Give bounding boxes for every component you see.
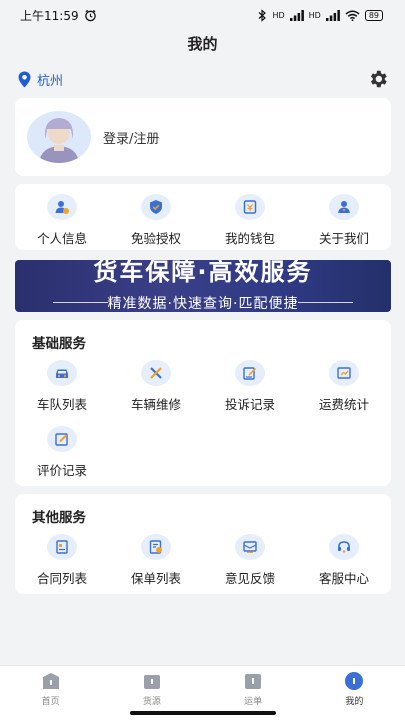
team-icon [329, 194, 359, 220]
edit-note-icon [235, 360, 265, 386]
other-services-grid: 合同列表 保单列表 意见反馈 客服中心 [15, 534, 391, 600]
section-title: 基础服务 [32, 336, 86, 352]
quick-link-label: 关于我们 [318, 231, 369, 246]
service-review-records[interactable]: 评价记录 [15, 426, 109, 492]
page-title: 我的 [187, 35, 218, 53]
shield-icon [141, 194, 171, 220]
tab-label: 货源 [142, 697, 161, 707]
service-label: 客服中心 [318, 571, 369, 586]
service-label: 车辆维修 [130, 397, 181, 412]
service-label: 车队列表 [36, 397, 87, 412]
quick-link-personal-info[interactable]: 个人信息 [15, 184, 109, 250]
waybill-icon [245, 674, 262, 689]
network-label: HD [272, 10, 285, 20]
service-label: 合同列表 [36, 571, 87, 586]
basic-services-grid: 车队列表 车辆维修 投诉记录 运费统计 评价记录 [15, 360, 391, 492]
avatar[interactable] [27, 111, 91, 163]
service-label: 评价记录 [36, 463, 87, 478]
status-bar: 上午11:59 HD HD 89 [0, 0, 405, 30]
service-feedback[interactable]: 意见反馈 [203, 534, 297, 600]
service-fleet-list[interactable]: 车队列表 [15, 360, 109, 426]
cargo-icon [143, 675, 160, 689]
tab-home[interactable]: 首页 [0, 666, 101, 720]
wifi-icon [345, 10, 360, 21]
policy-icon [141, 534, 171, 560]
document-icon [47, 534, 77, 560]
service-label: 意见反馈 [224, 571, 275, 586]
tab-label: 首页 [41, 697, 60, 707]
signal-icon [325, 9, 340, 21]
status-time: 上午11:59 [20, 8, 79, 23]
tab-label: 我的 [345, 697, 364, 707]
section-title: 其他服务 [32, 510, 86, 526]
wrench-icon [141, 360, 171, 386]
service-label: 运费统计 [318, 397, 369, 412]
service-complaint-records[interactable]: 投诉记录 [203, 360, 297, 426]
home-indicator [130, 711, 276, 715]
tab-mine[interactable]: 我的 [304, 666, 405, 720]
quick-link-about-us[interactable]: 关于我们 [297, 184, 391, 250]
banner-title: 货车保障·高效服务 [93, 260, 313, 286]
profile-card[interactable]: 登录/注册 [15, 98, 391, 176]
service-policy-list[interactable]: 保单列表 [109, 534, 203, 600]
location-selector[interactable]: 杭州 [18, 70, 63, 89]
network-label-2: HD [308, 10, 321, 20]
pencil-icon [47, 426, 77, 452]
headset-icon [329, 534, 359, 560]
service-contract-list[interactable]: 合同列表 [15, 534, 109, 600]
promo-banner[interactable]: 货车保障·高效服务 精准数据·快速查询·匹配便捷 [15, 260, 391, 312]
login-register-link[interactable]: 登录/注册 [103, 128, 159, 147]
location-row: 杭州 [18, 66, 389, 92]
quick-link-wallet[interactable]: 我的钱包 [203, 184, 297, 250]
quick-link-label: 免验授权 [130, 231, 181, 246]
city-label: 杭州 [37, 73, 64, 89]
person-badge-icon [47, 194, 77, 220]
alarm-icon [84, 9, 96, 21]
quick-links-card: 个人信息 免验授权 我的钱包 关于我们 [15, 184, 391, 250]
battery-indicator: 89 [364, 9, 383, 21]
profile-icon [345, 672, 364, 690]
bluetooth-icon [259, 8, 267, 22]
location-pin-icon [18, 71, 31, 87]
status-left: 上午11:59 [20, 7, 97, 24]
car-icon [47, 360, 77, 386]
other-services-card: 其他服务 合同列表 保单列表 意见反馈 客服中心 [15, 494, 391, 594]
signal-icon [289, 9, 304, 21]
quick-link-label: 我的钱包 [224, 231, 275, 246]
banner-subtitle: 精准数据·快速查询·匹配便捷 [107, 296, 299, 312]
service-freight-stats[interactable]: 运费统计 [297, 360, 391, 426]
feedback-icon [235, 534, 265, 560]
chart-card-icon [329, 360, 359, 386]
service-vehicle-repair[interactable]: 车辆维修 [109, 360, 203, 426]
tab-label: 运单 [244, 697, 263, 707]
wallet-icon [235, 194, 265, 220]
default-avatar-icon [39, 118, 79, 163]
service-label: 保单列表 [130, 571, 181, 586]
quick-link-authorization[interactable]: 免验授权 [109, 184, 203, 250]
service-customer-center[interactable]: 客服中心 [297, 534, 391, 600]
basic-services-card: 基础服务 车队列表 车辆维修 投诉记录 运费统计 评价记录 [15, 320, 391, 486]
home-icon [42, 673, 59, 689]
service-label: 投诉记录 [224, 397, 275, 412]
gear-icon[interactable] [367, 68, 389, 90]
status-right: HD HD 89 [258, 8, 383, 22]
quick-link-label: 个人信息 [36, 231, 87, 246]
